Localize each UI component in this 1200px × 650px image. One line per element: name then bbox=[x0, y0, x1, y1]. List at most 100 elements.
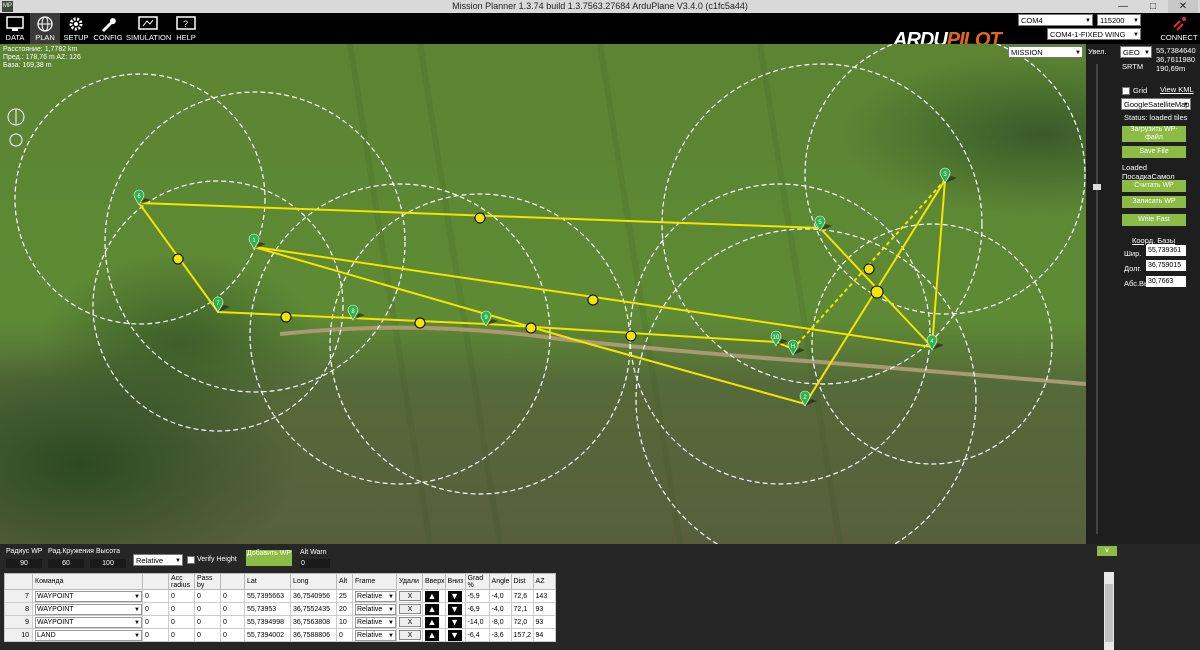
alt-cell[interactable]: 10 bbox=[336, 615, 353, 629]
close-button[interactable]: ✕ bbox=[1168, 0, 1198, 13]
alt-cell[interactable]: 25 bbox=[336, 589, 353, 603]
acc-radius-cell[interactable]: 0 bbox=[168, 589, 195, 603]
lat-cell[interactable]: 55,7395663 bbox=[244, 589, 291, 603]
home-lat-field[interactable]: 55,739361 bbox=[1146, 245, 1186, 256]
table-row[interactable]: 8 WAYPOINT ▼ 0 0 0 0 55,73953 36,7552435 20 Relati… bbox=[4, 602, 556, 616]
read-wp-button[interactable]: Считать WP bbox=[1122, 180, 1186, 192]
coord-system-select[interactable]: GEO ▼ bbox=[1120, 46, 1152, 58]
col-header[interactable] bbox=[142, 573, 169, 590]
zoom-slider-thumb[interactable] bbox=[1093, 184, 1101, 190]
frame-cell-select[interactable]: Relative ▼ bbox=[355, 616, 396, 628]
command-select[interactable]: WAYPOINT ▼ bbox=[35, 616, 142, 628]
table-row[interactable]: 10 LAND ▼ 0 0 0 0 55,7394002 36,7588806 0 Relative… bbox=[4, 628, 556, 642]
param4-cell[interactable]: 0 bbox=[220, 602, 245, 616]
save-file-button[interactable]: Save File bbox=[1122, 146, 1186, 158]
long-cell[interactable]: 36,7552435 bbox=[290, 602, 337, 616]
col-header[interactable]: Grad % bbox=[464, 573, 490, 590]
delete-button[interactable]: X bbox=[399, 591, 421, 601]
command-select[interactable]: WAYPOINT ▼ bbox=[35, 590, 142, 602]
col-header[interactable]: Alt bbox=[336, 573, 353, 590]
home-lng-field[interactable]: 36,759015 bbox=[1146, 260, 1186, 271]
col-header[interactable] bbox=[220, 573, 245, 590]
pass-by-cell[interactable]: 0 bbox=[194, 589, 221, 603]
frame-cell-select[interactable]: Relative ▼ bbox=[355, 603, 396, 615]
minimize-button[interactable]: — bbox=[1108, 0, 1138, 13]
grid-checkbox[interactable] bbox=[1122, 87, 1130, 95]
arrow-up-icon[interactable]: ▲ bbox=[425, 616, 439, 628]
col-header[interactable] bbox=[4, 573, 33, 590]
param1-cell[interactable]: 0 bbox=[142, 602, 169, 616]
tab-setup[interactable]: SETUP bbox=[62, 13, 90, 44]
waypoint-marker[interactable]: H bbox=[787, 339, 805, 356]
load-wp-file-button[interactable]: Загрузить WP-файл bbox=[1122, 126, 1186, 142]
height-field[interactable]: 100 bbox=[90, 559, 126, 568]
pass-by-cell[interactable]: 0 bbox=[194, 615, 221, 629]
table-row[interactable]: 9 WAYPOINT ▼ 0 0 0 0 55,7394998 36,7563808 10 Rela… bbox=[4, 615, 556, 629]
alt-cell[interactable]: 20 bbox=[336, 602, 353, 616]
connect-button[interactable]: CONNECT bbox=[1160, 13, 1198, 44]
tab-simulation[interactable]: SIMULATION bbox=[126, 13, 171, 44]
home-coords-label[interactable]: Коорд. Базы bbox=[1132, 236, 1175, 245]
col-header[interactable]: Вниз bbox=[444, 573, 466, 590]
command-select[interactable]: WAYPOINT ▼ bbox=[35, 603, 142, 615]
arrow-up-icon[interactable]: ▲ bbox=[425, 603, 439, 615]
frame-cell-select[interactable]: Relative ▼ bbox=[355, 590, 396, 602]
table-row[interactable]: 7 WAYPOINT ▼ 0 0 0 0 55,7395663 36,7540956 25 Rela… bbox=[4, 589, 556, 603]
delete-button[interactable]: X bbox=[399, 604, 421, 614]
param1-cell[interactable]: 0 bbox=[142, 628, 169, 642]
col-header[interactable]: Long bbox=[290, 573, 337, 590]
map-type-select[interactable]: GoogleSatelliteMap ▼ bbox=[1121, 98, 1191, 110]
acc-radius-cell[interactable]: 0 bbox=[168, 602, 195, 616]
alt-cell[interactable]: 0 bbox=[336, 628, 353, 642]
waypoint-marker[interactable]: 3 bbox=[939, 167, 957, 184]
frame-cell[interactable]: Relative ▼ bbox=[352, 589, 397, 603]
frame-select[interactable]: Relative ▼ bbox=[133, 554, 183, 566]
tab-help[interactable]: ? HELP bbox=[172, 13, 200, 44]
arrow-up-icon[interactable]: ▲ bbox=[425, 629, 439, 641]
arrow-down-icon[interactable]: ▼ bbox=[447, 590, 462, 602]
col-header[interactable]: Pass by bbox=[194, 573, 221, 590]
arrow-down-icon[interactable]: ▼ bbox=[447, 629, 462, 641]
param1-cell[interactable]: 0 bbox=[142, 589, 169, 603]
loiter-radius-field[interactable]: 60 bbox=[48, 559, 84, 568]
scrollbar-thumb[interactable] bbox=[1105, 584, 1113, 642]
col-header[interactable]: AZ bbox=[532, 573, 556, 590]
acc-radius-cell[interactable]: 0 bbox=[168, 615, 195, 629]
command-cell[interactable]: WAYPOINT ▼ bbox=[32, 589, 143, 603]
tab-plan[interactable]: PLAN bbox=[30, 13, 60, 44]
collapse-button[interactable]: v bbox=[1097, 546, 1117, 556]
long-cell[interactable]: 36,7563808 bbox=[290, 615, 337, 629]
write-fast-button[interactable]: Write Fast bbox=[1122, 214, 1186, 226]
baud-select[interactable]: 115200 ▼ bbox=[1097, 14, 1141, 26]
col-header[interactable]: Lat bbox=[244, 573, 291, 590]
waypoint-marker[interactable]: 4 bbox=[926, 334, 944, 351]
lat-cell[interactable]: 55,7394998 bbox=[244, 615, 291, 629]
maximize-button[interactable]: □ bbox=[1138, 0, 1168, 13]
verify-height-checkbox[interactable] bbox=[187, 556, 195, 564]
waypoint-marker[interactable]: 1 bbox=[248, 233, 266, 250]
col-header[interactable]: Удали bbox=[396, 573, 423, 590]
col-header[interactable]: Acc radius bbox=[168, 573, 195, 590]
col-header[interactable]: Команда bbox=[32, 573, 143, 590]
command-cell[interactable]: LAND ▼ bbox=[32, 628, 143, 642]
delete-button[interactable]: X bbox=[399, 630, 421, 640]
frame-cell-select[interactable]: Relative ▼ bbox=[355, 629, 396, 641]
col-header[interactable]: Frame bbox=[352, 573, 397, 590]
frame-cell[interactable]: Relative ▼ bbox=[352, 602, 397, 616]
arrow-down-icon[interactable]: ▼ bbox=[447, 616, 462, 628]
param4-cell[interactable]: 0 bbox=[220, 615, 245, 629]
mode-select[interactable]: MISSION ▼ bbox=[1008, 46, 1083, 58]
col-header[interactable]: Dist bbox=[510, 573, 534, 590]
tab-data[interactable]: DATA bbox=[2, 13, 28, 44]
arrow-up-icon[interactable]: ▲ bbox=[425, 590, 439, 602]
arrow-down-icon[interactable]: ▼ bbox=[447, 603, 462, 615]
zoom-slider-track[interactable] bbox=[1096, 64, 1098, 534]
lat-cell[interactable]: 55,7394002 bbox=[244, 628, 291, 642]
param4-cell[interactable]: 0 bbox=[220, 589, 245, 603]
add-wp-button[interactable]: Добавить WP bbox=[246, 550, 292, 566]
long-cell[interactable]: 36,7540956 bbox=[290, 589, 337, 603]
home-alt-field[interactable]: 30,7663 bbox=[1146, 276, 1186, 287]
long-cell[interactable]: 36,7588806 bbox=[290, 628, 337, 642]
acc-radius-cell[interactable]: 0 bbox=[168, 628, 195, 642]
write-wp-button[interactable]: Записать WP bbox=[1122, 196, 1186, 208]
